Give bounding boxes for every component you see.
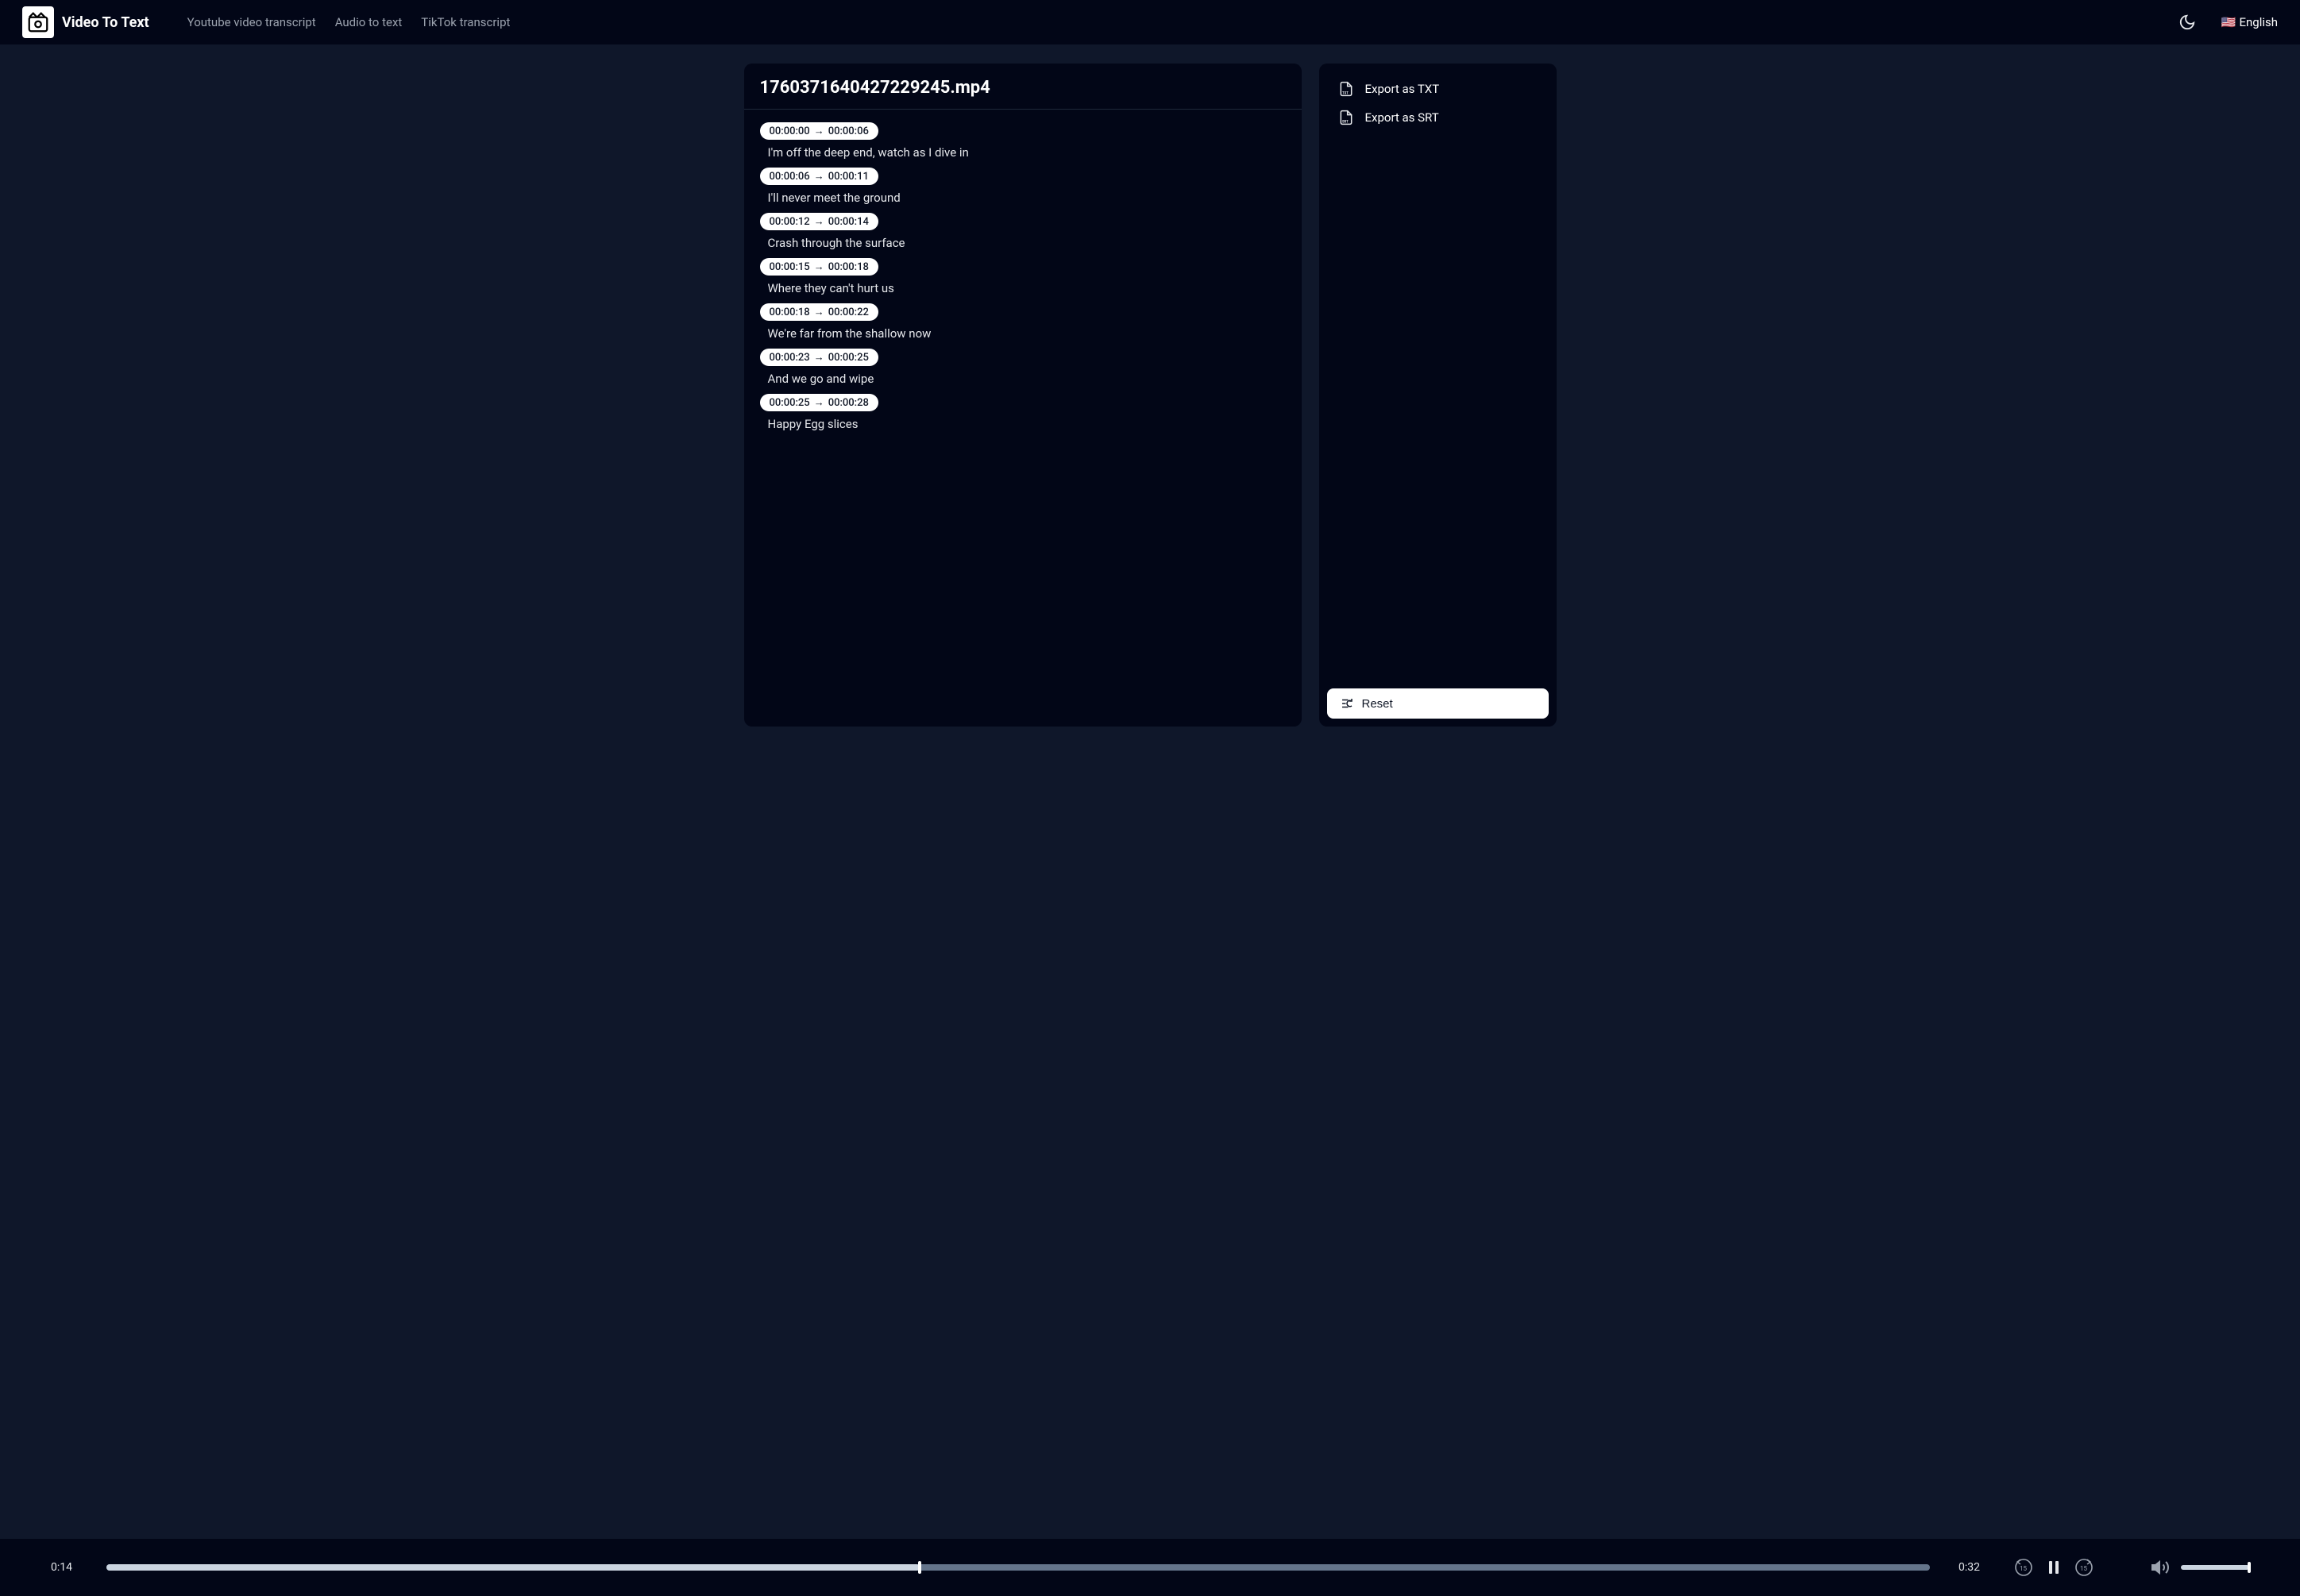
transcript-segment: 00:00:25 → 00:00:28 Happy Egg slices [760, 394, 1286, 431]
language-label: English [2239, 15, 2278, 29]
segment-start: 00:00:06 [770, 171, 810, 183]
transcript-segment: 00:00:06 → 00:00:11 I'll never meet the gro… [760, 168, 1286, 205]
svg-text:SRT: SRT [1342, 121, 1349, 125]
segment-start: 00:00:12 [770, 216, 810, 228]
nav-audio-to-text[interactable]: Audio to text [335, 15, 403, 29]
volume-thumb[interactable] [2248, 1562, 2251, 1573]
nav-youtube-transcript[interactable]: Youtube video transcript [187, 15, 316, 29]
segment-end: 00:00:28 [828, 397, 869, 409]
nav-links: Youtube video transcript Audio to text T… [187, 15, 511, 29]
export-txt-label: Export as TXT [1365, 82, 1440, 96]
segment-text: We're far from the shallow now [760, 326, 1286, 341]
svg-text:TXT: TXT [1342, 92, 1349, 96]
arrow-right-icon: → [814, 125, 824, 137]
volume-block [2151, 1558, 2249, 1577]
timestamp-badge[interactable]: 00:00:25 → 00:00:28 [760, 394, 878, 411]
app-header: Video To Text Youtube video transcript A… [0, 0, 2300, 44]
segment-start: 00:00:15 [770, 261, 810, 273]
transcript-panel: 1760371640427229245.mp4 00:00:00→00:00:0… [744, 64, 1302, 727]
current-time: 0:14 [51, 1561, 78, 1574]
segment-end: 00:00:06 [828, 125, 869, 137]
rewind-15-button[interactable]: 15 [2014, 1558, 2033, 1577]
player-controls: 15 15 [2014, 1558, 2094, 1577]
arrow-right-icon: → [814, 351, 824, 364]
duration-time: 0:32 [1958, 1561, 1985, 1574]
segment-end: 00:00:11 [828, 171, 869, 183]
volume-slider[interactable] [2181, 1565, 2249, 1570]
timestamp-badge[interactable]: 00:00:15 → 00:00:18 [760, 258, 878, 276]
reset-button[interactable]: Reset [1327, 688, 1549, 719]
logo-icon [22, 6, 54, 38]
file-title: 1760371640427229245.mp4 [744, 64, 1302, 110]
transcript-segment: 00:00:12 → 00:00:14 Crash through the surfa… [760, 213, 1286, 250]
brand-block[interactable]: Video To Text [22, 6, 149, 38]
segment-text: Happy Egg slices [760, 417, 1286, 431]
segment-start: 00:00:25 [770, 397, 810, 409]
segment-start: 00:00:23 [770, 352, 810, 364]
segment-start: 00:00:18 [770, 306, 810, 318]
svg-text:15: 15 [2080, 1565, 2087, 1572]
segment-end: 00:00:18 [828, 261, 869, 273]
segment-text: Where they can't hurt us [760, 281, 1286, 295]
flag-icon: 🇺🇸 [2221, 15, 2236, 29]
transcript-segment: 00:00:15 → 00:00:18 Where they can't hurt u… [760, 258, 1286, 295]
segment-text: I'll never meet the ground [760, 191, 1286, 205]
brand-title: Video To Text [62, 14, 149, 31]
segment-start: 00:00:00 [770, 125, 810, 137]
transcript-segment: 00:00:23 → 00:00:25 And we go and wipe [760, 349, 1286, 386]
arrow-right-icon: → [814, 215, 824, 228]
svg-text:15: 15 [2020, 1565, 2027, 1572]
progress-thumb[interactable] [918, 1561, 921, 1574]
timestamp-badge[interactable]: 00:00:23 → 00:00:25 [760, 349, 878, 366]
timestamp-badge[interactable]: 00:00:06 → 00:00:11 [760, 168, 878, 185]
arrow-right-icon: → [814, 396, 824, 409]
segment-text: I'm off the deep end, watch as I dive in [760, 145, 1286, 160]
progress-fill [106, 1564, 920, 1571]
segment-text: Crash through the surface [760, 236, 1286, 250]
export-srt-button[interactable]: SRT Export as SRT [1327, 103, 1549, 132]
header-right: 🇺🇸 English [2178, 13, 2278, 31]
main-content: 1760371640427229245.mp4 00:00:00→00:00:0… [0, 44, 2300, 1539]
timestamp-badge[interactable]: 00:00:00 → 00:00:06 [760, 122, 878, 140]
arrow-right-icon: → [814, 170, 824, 183]
export-txt-button[interactable]: TXT Export as TXT [1327, 75, 1549, 103]
segment-text: And we go and wipe [760, 372, 1286, 386]
theme-toggle[interactable] [2178, 13, 2196, 31]
timestamp-badge[interactable]: 00:00:18 → 00:00:22 [760, 303, 878, 321]
arrow-right-icon: → [814, 306, 824, 318]
timestamp-badge[interactable]: 00:00:12 → 00:00:14 [760, 213, 878, 230]
progress-bar[interactable] [106, 1564, 1930, 1571]
nav-tiktok-transcript[interactable]: TikTok transcript [421, 15, 510, 29]
transcript-segment: 00:00:00 → 00:00:06 I'm off the deep end, w… [760, 122, 1286, 160]
transcript-segment: 00:00:18 → 00:00:22 We're far from the shal… [760, 303, 1286, 341]
segments-list: 00:00:00 → 00:00:06 I'm off the deep end, w… [744, 110, 1302, 444]
side-panel: TXT Export as TXT SRT Export as SRT Rese… [1319, 64, 1557, 727]
forward-15-button[interactable]: 15 [2074, 1558, 2094, 1577]
audio-player: 0:14 0:32 15 15 [0, 1539, 2300, 1596]
export-srt-label: Export as SRT [1365, 110, 1439, 125]
reset-label: Reset [1362, 697, 1393, 711]
pause-button[interactable] [2044, 1558, 2063, 1577]
segment-end: 00:00:25 [828, 352, 869, 364]
segment-end: 00:00:22 [828, 306, 869, 318]
segment-end: 00:00:14 [828, 216, 869, 228]
arrow-right-icon: → [814, 260, 824, 273]
language-selector[interactable]: 🇺🇸 English [2221, 15, 2278, 29]
volume-icon[interactable] [2151, 1558, 2170, 1577]
